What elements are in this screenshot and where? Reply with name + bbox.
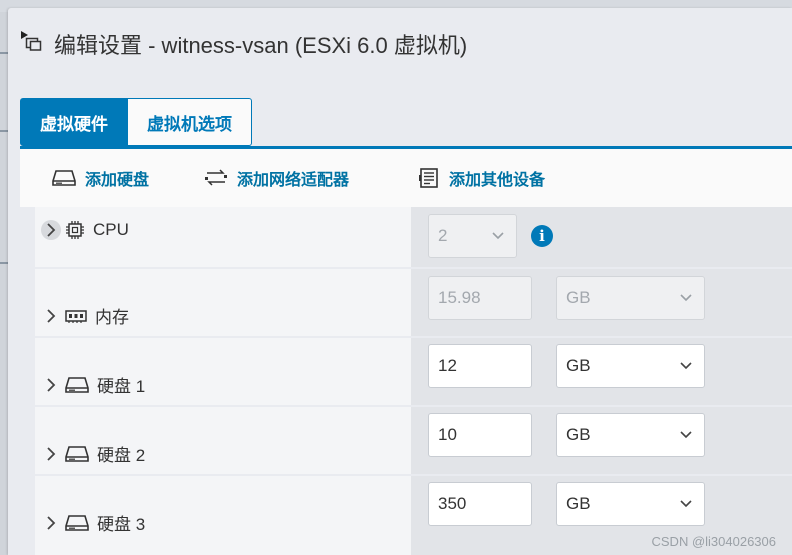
hard-disk-1-unit-select[interactable]: GB	[556, 344, 705, 388]
disk-icon	[52, 170, 76, 186]
memory-row-label: 内存	[41, 303, 129, 328]
chevron-down-icon	[680, 362, 692, 370]
chevron-down-icon	[680, 294, 692, 302]
tab-bar: 虚拟硬件 虚拟机选项	[20, 98, 252, 146]
add-hard-disk-button[interactable]: 添加硬盘	[52, 149, 149, 207]
expand-chevron-icon[interactable]	[41, 513, 61, 533]
vm-settings-icon	[20, 30, 42, 52]
disk-icon	[65, 514, 89, 532]
dialog-title: 编辑设置 - witness-vsan (ESXi 6.0 虚拟机)	[54, 33, 468, 58]
network-adapter-icon	[205, 169, 227, 186]
expand-chevron-icon[interactable]	[41, 375, 61, 395]
device-row-cpu: CPU 2 i	[35, 207, 792, 269]
hard-disk-2-unit-value: GB	[566, 425, 591, 444]
hard-disk-2-row-label: 硬盘 2	[41, 441, 145, 466]
cpu-row-label: CPU	[41, 220, 129, 240]
virtual-hardware-panel: 添加硬盘 添加网络适配器 添加其他设备 CPU 2 i 内存 15.98 GB …	[20, 146, 792, 555]
expand-chevron-icon[interactable]	[41, 444, 61, 464]
add-hard-disk-label: 添加硬盘	[85, 172, 150, 189]
hard-disk-3-row-label: 硬盘 3	[41, 510, 145, 535]
hard-disk-3-unit-select[interactable]: GB	[556, 482, 705, 526]
watermark: CSDN @li304026306	[651, 534, 777, 549]
hard-disk-3-size-value: 350	[438, 494, 467, 513]
tab-virtual-hardware[interactable]: 虚拟硬件	[20, 98, 128, 146]
hard-disk-3-size-input[interactable]: 350	[428, 482, 532, 526]
device-row-hard-disk-2: 硬盘 2 10 GB	[35, 407, 792, 476]
hard-disk-2-unit-select[interactable]: GB	[556, 413, 705, 457]
cpu-count-select[interactable]: 2	[428, 214, 517, 258]
expand-chevron-icon[interactable]	[41, 306, 61, 326]
chevron-down-icon	[680, 500, 692, 508]
memory-size-input[interactable]: 15.98	[428, 276, 532, 320]
expand-chevron-icon[interactable]	[41, 220, 61, 240]
hard-disk-1-unit-value: GB	[566, 356, 591, 375]
memory-icon	[65, 308, 87, 324]
memory-unit-value: GB	[566, 288, 591, 307]
disk-icon	[65, 445, 89, 463]
device-row-memory: 内存 15.98 GB	[35, 269, 792, 338]
hard-disk-1-size-value: 12	[438, 356, 457, 375]
hard-disk-3-label: 硬盘 3	[97, 515, 146, 534]
edit-settings-dialog: 编辑设置 - witness-vsan (ESXi 6.0 虚拟机) 虚拟硬件 …	[8, 8, 792, 555]
cpu-label: CPU	[93, 220, 129, 239]
hard-disk-1-label: 硬盘 1	[97, 377, 146, 396]
hard-disk-2-label: 硬盘 2	[97, 446, 146, 465]
hard-disk-2-size-value: 10	[438, 425, 457, 444]
other-device-icon	[419, 168, 438, 188]
hard-disk-1-row-label: 硬盘 1	[41, 372, 145, 397]
cpu-count-value: 2	[438, 226, 448, 245]
hard-disk-3-unit-value: GB	[566, 494, 591, 513]
add-network-adapter-label: 添加网络适配器	[237, 172, 350, 189]
memory-label: 内存	[95, 308, 129, 327]
hard-disk-1-size-input[interactable]: 12	[428, 344, 532, 388]
add-other-device-button[interactable]: 添加其他设备	[418, 149, 545, 207]
add-network-adapter-button[interactable]: 添加网络适配器	[204, 149, 349, 207]
hard-disk-2-size-input[interactable]: 10	[428, 413, 532, 457]
tab-vm-options[interactable]: 虚拟机选项	[128, 98, 252, 146]
disk-icon	[65, 376, 89, 394]
cpu-icon	[65, 220, 85, 240]
chevron-down-icon	[492, 232, 504, 240]
memory-size-value: 15.98	[438, 288, 481, 307]
device-row-hard-disk-1: 硬盘 1 12 GB	[35, 338, 792, 407]
chevron-down-icon	[680, 431, 692, 439]
device-toolbar: 添加硬盘 添加网络适配器 添加其他设备	[20, 149, 792, 207]
info-icon[interactable]: i	[531, 225, 553, 247]
add-other-device-label: 添加其他设备	[449, 172, 546, 189]
background-page-edge	[0, 12, 8, 555]
memory-unit-select[interactable]: GB	[556, 276, 705, 320]
